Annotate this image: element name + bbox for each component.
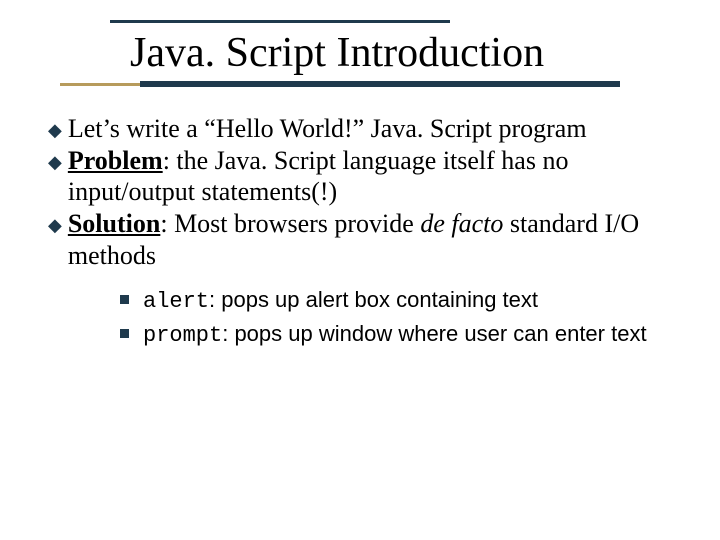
sub-bullet-item: prompt: pops up window where user can en…: [120, 320, 670, 351]
diamond-icon: ◆: [48, 152, 62, 174]
slide-title: Java. Script Introduction: [130, 29, 680, 77]
underline-main: [140, 81, 620, 87]
top-divider: [110, 20, 450, 23]
sub-bullet-text: prompt: pops up window where user can en…: [143, 320, 670, 351]
bullet-text: Solution: Most browsers provide de facto…: [68, 208, 670, 271]
bullet-item: ◆ Solution: Most browsers provide de fac…: [48, 208, 670, 271]
title-underline: [60, 81, 680, 87]
bullet-text: Problem: the Java. Script language itsel…: [68, 145, 670, 208]
sub-list: alert: pops up alert box containing text…: [120, 286, 670, 351]
content-area: ◆ Let’s write a “Hello World!” Java. Scr…: [0, 87, 720, 351]
sub-bullet-text: alert: pops up alert box containing text: [143, 286, 670, 317]
bullet-text: Let’s write a “Hello World!” Java. Scrip…: [68, 113, 670, 145]
bullet-item: ◆ Problem: the Java. Script language its…: [48, 145, 670, 208]
square-icon: [120, 329, 129, 338]
underline-accent: [60, 83, 140, 86]
diamond-icon: ◆: [48, 215, 62, 237]
bullet-item: ◆ Let’s write a “Hello World!” Java. Scr…: [48, 113, 670, 145]
sub-bullet-item: alert: pops up alert box containing text: [120, 286, 670, 317]
diamond-icon: ◆: [48, 120, 62, 142]
title-area: Java. Script Introduction: [0, 0, 720, 87]
square-icon: [120, 295, 129, 304]
